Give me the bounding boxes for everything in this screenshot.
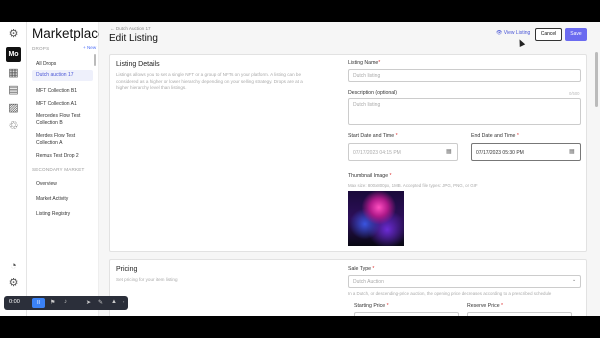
collapse-icon[interactable]: ‹ xyxy=(123,299,124,304)
sidebar-item-remus-test-drop-2[interactable]: Remus Test Drop 2 xyxy=(32,151,93,162)
listing-details-card: Listing Details Listings allows you to s… xyxy=(109,54,587,252)
cancel-button[interactable]: Cancel xyxy=(535,28,562,41)
drops-header: DROPS xyxy=(32,46,50,51)
end-date-label-text: End Date and Time xyxy=(471,133,516,139)
pen-icon[interactable]: ✎ xyxy=(98,299,103,306)
sidebar-item-label: Merdes Flow Test xyxy=(36,133,76,139)
workspace-badge[interactable]: Mo xyxy=(6,47,21,62)
pointer-icon[interactable]: ➤ xyxy=(86,299,91,306)
main-scrollbar[interactable] xyxy=(595,52,598,107)
main-content: ← Dutch Auction 17 Edit Listing 👁 View L… xyxy=(99,22,600,316)
listing-name-input[interactable]: Dutch listing xyxy=(348,69,581,82)
breadcrumb[interactable]: ← Dutch Auction 17 xyxy=(110,26,151,31)
sale-type-label-text: Sale Type xyxy=(348,266,371,272)
pricing-description: Set pricing for your item listing xyxy=(116,277,178,282)
start-date-label-text: Start Date and Time xyxy=(348,133,395,139)
sidebar-item-market-activity[interactable]: Market Activity xyxy=(32,194,93,205)
mouse-cursor xyxy=(516,38,526,47)
sidebar-item-dutch-auction-17[interactable]: Dutch auction 17 xyxy=(32,70,93,81)
recycle-icon[interactable]: ♲ xyxy=(7,120,20,133)
description-char-count: 0/500 xyxy=(569,91,580,96)
image-icon[interactable]: ▨ xyxy=(7,102,20,115)
thumbnail-label: Thumbnail Image * xyxy=(348,173,392,179)
listing-details-heading: Listing Details xyxy=(116,61,160,68)
recording-toolbar: 0:00 II ⚑ ♪ ➤ ✎ ▲ ‹ xyxy=(4,296,128,310)
start-date-label: Start Date and Time * xyxy=(348,133,398,139)
settings-icon[interactable]: ⚙ xyxy=(7,277,20,290)
logo-icon[interactable]: ⚙ xyxy=(7,28,20,41)
sale-type-select[interactable]: Dutch Auction xyxy=(348,275,581,288)
sidebar-item-label: Collection A xyxy=(36,140,63,146)
thumbnail-image[interactable] xyxy=(348,191,404,246)
sidebar-item-listing-registry[interactable]: Listing Registry xyxy=(32,209,93,220)
chart-icon[interactable]: ◔ xyxy=(7,260,20,273)
sidebar-item-merdes-flow-a[interactable]: Merdes Flow Test Collection A xyxy=(32,131,93,149)
new-drop-button[interactable]: + New xyxy=(83,45,96,50)
end-date-input[interactable]: 07/17/2023 05:30 PM xyxy=(471,143,581,161)
eye-icon: 👁 xyxy=(496,30,503,36)
sale-type-label: Sale Type * xyxy=(348,266,375,272)
pause-button[interactable]: II xyxy=(32,298,45,308)
listing-name-label: Listing Name* xyxy=(348,60,381,66)
secondary-market-header: SECONDARY MARKET xyxy=(32,167,85,172)
thumbnail-hint: Max size: 800x800px, 1MB. Accepted file … xyxy=(348,183,478,188)
listing-name-label-text: Listing Name xyxy=(348,60,379,66)
start-date-input[interactable]: 07/17/2023 04:15 PM xyxy=(348,143,458,161)
pricing-card: Pricing Set pricing for your item listin… xyxy=(109,259,587,316)
highlighter-icon[interactable]: ▲ xyxy=(111,299,117,305)
pricing-heading: Pricing xyxy=(116,266,138,273)
listing-details-description: Listings allows you to set a single NFT … xyxy=(116,72,303,90)
end-date-label: End Date and Time * xyxy=(471,133,519,139)
grid-icon[interactable]: ▦ xyxy=(7,67,20,80)
sidebar-item-mercedes-flow-b[interactable]: Mercedes Flow Test Collection B xyxy=(32,111,93,129)
thumbnail-label-text: Thumbnail Image xyxy=(348,173,389,179)
sidebar-item-mft-b1[interactable]: MFT Collection B1 xyxy=(32,86,93,97)
sidebar-item-label: Collection B xyxy=(36,120,63,126)
sidebar-item-label: Mercedes Flow Test xyxy=(36,113,81,119)
recording-time: 0:00 xyxy=(9,299,20,305)
app-window: ⚙ Mo ▦ ▤ ▨ ♲ ◔ ⚙ Marketplace DROPS + New… xyxy=(0,22,600,316)
reserve-price-label: Reserve Price * xyxy=(467,303,504,309)
description-label: Description (optional) xyxy=(348,90,398,96)
stamp-icon[interactable]: ⚑ xyxy=(50,299,55,306)
starting-price-label-text: Starting Price xyxy=(354,303,386,309)
view-listing-label: View Listing xyxy=(503,30,531,36)
sidebar-item-all-drops[interactable]: All Drops xyxy=(32,59,93,70)
sidebar-title: Marketplace xyxy=(32,26,106,41)
sale-type-hint: In a Dutch, or descending-price auction,… xyxy=(348,291,552,296)
starting-price-label: Starting Price * xyxy=(354,303,389,309)
page-title: Edit Listing xyxy=(109,33,158,44)
reserve-price-input[interactable] xyxy=(467,312,572,316)
sidebar-item-overview[interactable]: Overview xyxy=(32,179,93,190)
view-listing-link[interactable]: 👁 View Listing xyxy=(496,30,530,36)
starting-price-input[interactable] xyxy=(354,312,459,316)
icon-rail: ⚙ Mo ▦ ▤ ▨ ♲ ◔ ⚙ xyxy=(0,22,27,316)
sidebar-scrollbar[interactable] xyxy=(94,54,96,66)
calendar-icon[interactable]: ▤ xyxy=(7,84,20,97)
mic-icon[interactable]: ♪ xyxy=(64,299,67,305)
save-button[interactable]: Save xyxy=(565,28,587,41)
sidebar: Marketplace DROPS + New All Drops Dutch … xyxy=(27,22,106,316)
description-textarea[interactable]: Dutch listing xyxy=(348,98,581,125)
calendar-icon[interactable]: ▦ xyxy=(446,148,452,155)
reserve-price-label-text: Reserve Price xyxy=(467,303,500,309)
chevron-down-icon[interactable]: ⌄ xyxy=(572,277,576,283)
sidebar-item-mft-a1[interactable]: MFT Collection A1 xyxy=(32,99,93,110)
calendar-icon[interactable]: ▦ xyxy=(569,148,575,155)
